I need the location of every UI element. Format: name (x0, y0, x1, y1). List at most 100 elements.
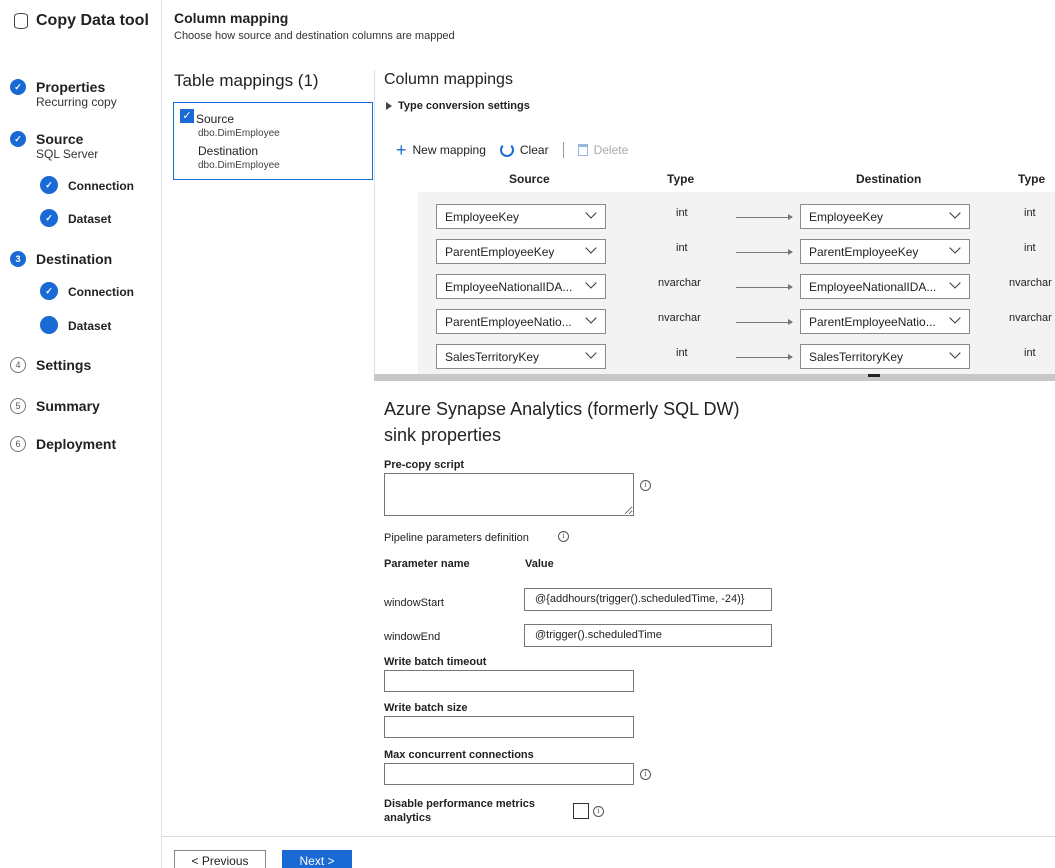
info-icon[interactable]: i (640, 480, 651, 491)
resize-splitter[interactable] (374, 374, 1055, 381)
step-label: Source (36, 131, 84, 147)
info-icon[interactable]: i (640, 769, 651, 780)
step-label: Destination (36, 251, 113, 267)
disable-metrics-label: Disable performance metrics analytics (384, 797, 535, 825)
write-batch-size-label: Write batch size (384, 702, 468, 714)
wizard-sidebar: Copy Data tool ✓ Properties Recurring cop… (0, 0, 162, 868)
mapping-row: ParentEmployeeKey int ParentEmployeeKey … (418, 232, 1055, 264)
select-value: ParentEmployeeNatio... (445, 315, 572, 329)
source-column-select[interactable]: SalesTerritoryKey (436, 344, 606, 369)
arrow-icon (736, 284, 793, 290)
select-value: EmployeeNationalIDA... (445, 280, 573, 294)
new-mapping-button[interactable]: + New mapping (396, 140, 486, 160)
destination-column-select[interactable]: SalesTerritoryKey (800, 344, 970, 369)
source-column-select[interactable]: ParentEmployeeNatio... (436, 309, 606, 334)
pre-copy-script-input[interactable] (384, 473, 634, 516)
max-concurrent-label: Max concurrent connections (384, 749, 534, 761)
step-destination[interactable]: 3 Destination (10, 250, 112, 268)
info-icon[interactable]: i (558, 531, 569, 542)
destination-type: nvarchar (1009, 312, 1052, 324)
app-title: Copy Data tool (14, 12, 149, 30)
pre-copy-script-label: Pre-copy script (384, 459, 465, 471)
destination-type: nvarchar (1009, 277, 1052, 289)
trash-icon (577, 144, 588, 156)
caret-right-icon (386, 102, 392, 110)
sink-properties-title: Azure Synapse Analytics (formerly SQL DW… (384, 396, 739, 448)
clear-label: Clear (519, 143, 549, 157)
chevron-down-icon (949, 347, 961, 359)
check-icon: ✓ (40, 209, 58, 227)
current-step-dot (40, 316, 58, 334)
pane-divider[interactable] (374, 70, 375, 375)
write-batch-timeout-label: Write batch timeout (384, 656, 487, 668)
destination-column-select[interactable]: EmployeeKey (800, 204, 970, 229)
step-destination-dataset[interactable]: Dataset (40, 316, 111, 335)
mapping-row: EmployeeNationalIDA... nvarchar Employee… (418, 267, 1055, 299)
previous-button[interactable]: < Previous (174, 850, 266, 868)
select-value: ParentEmployeeKey (809, 245, 919, 259)
step-number-badge: 4 (10, 357, 26, 373)
check-icon: ✓ (10, 79, 26, 95)
info-icon[interactable]: i (593, 806, 604, 817)
param-name: windowEnd (384, 631, 441, 643)
select-value: SalesTerritoryKey (809, 350, 904, 364)
step-summary[interactable]: 5 Summary (10, 397, 100, 415)
destination-label: Destination (198, 144, 259, 158)
param-value-header: Value (525, 558, 554, 570)
chevron-down-icon (585, 277, 597, 289)
table-mapping-item[interactable]: ✓ Source dbo.DimEmployee Destination dbo… (173, 102, 373, 180)
destination-column-select[interactable]: EmployeeNationalIDA... (800, 274, 970, 299)
param-value-input[interactable]: @trigger().scheduledTime (524, 624, 772, 647)
step-source-connection[interactable]: ✓ Connection (40, 176, 134, 195)
source-type: int (676, 242, 688, 254)
next-button[interactable]: Next > (282, 850, 352, 868)
delete-button[interactable]: Delete (577, 143, 628, 157)
source-column-header: Source (509, 172, 550, 186)
step-source-dataset[interactable]: ✓ Dataset (40, 209, 111, 228)
param-value-input[interactable]: @{addhours(trigger().scheduledTime, -24)… (524, 588, 772, 611)
disable-metrics-checkbox[interactable] (573, 803, 589, 819)
type-conversion-toggle[interactable]: Type conversion settings (386, 100, 530, 112)
destination-column-select[interactable]: ParentEmployeeKey (800, 239, 970, 264)
step-source[interactable]: ✓ Source SQL Server (10, 130, 98, 161)
step-sublabel: Recurring copy (36, 95, 117, 109)
select-value: EmployeeKey (445, 210, 520, 224)
step-destination-connection[interactable]: ✓ Connection (40, 282, 134, 301)
step-settings[interactable]: 4 Settings (10, 356, 91, 374)
destination-type: int (1024, 242, 1036, 254)
step-label: Deployment (36, 436, 117, 452)
write-batch-timeout-input[interactable] (384, 670, 634, 692)
splitter-grip[interactable] (868, 374, 880, 377)
page-title: Column mapping (174, 10, 289, 26)
write-batch-size-input[interactable] (384, 716, 634, 738)
step-label: Settings (36, 357, 92, 373)
disable-metrics-line2: analytics (384, 812, 432, 824)
chevron-down-icon (585, 242, 597, 254)
mapping-toolbar: + New mapping Clear Delete (396, 140, 642, 160)
source-column-select[interactable]: ParentEmployeeKey (436, 239, 606, 264)
new-mapping-label: New mapping (412, 143, 486, 157)
check-icon: ✓ (40, 282, 58, 300)
destination-column-select[interactable]: ParentEmployeeNatio... (800, 309, 970, 334)
source-label: Source (196, 112, 235, 126)
clear-button[interactable]: Clear (499, 143, 549, 157)
mapping-row: SalesTerritoryKey int SalesTerritoryKey … (418, 337, 1055, 369)
step-label: Properties (36, 79, 106, 95)
arrow-icon (736, 354, 793, 360)
chevron-down-icon (585, 312, 597, 324)
check-icon: ✓ (10, 131, 26, 147)
checkbox-checked-icon[interactable]: ✓ (180, 109, 194, 123)
step-number-badge: 6 (10, 436, 26, 452)
plus-icon: + (396, 140, 407, 160)
arrow-icon (736, 214, 793, 220)
sink-title-line2: sink properties (384, 425, 502, 445)
pipeline-params-label: Pipeline parameters definition (384, 532, 529, 544)
column-mappings-title: Column mappings (384, 71, 513, 88)
step-deployment[interactable]: 6 Deployment (10, 435, 116, 453)
param-name: windowStart (384, 597, 444, 609)
step-properties[interactable]: ✓ Properties Recurring copy (10, 78, 117, 109)
source-column-select[interactable]: EmployeeNationalIDA... (436, 274, 606, 299)
mapping-row: EmployeeKey int EmployeeKey int (418, 197, 1055, 229)
source-column-select[interactable]: EmployeeKey (436, 204, 606, 229)
max-concurrent-input[interactable] (384, 763, 634, 785)
